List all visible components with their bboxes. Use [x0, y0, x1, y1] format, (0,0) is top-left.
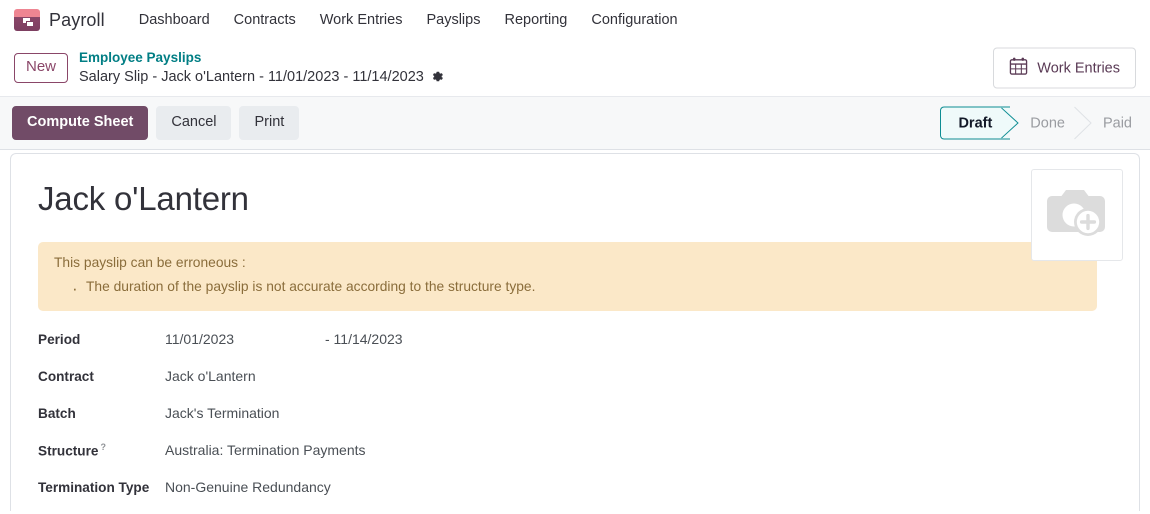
- field-value-batch[interactable]: Jack's Termination: [165, 405, 279, 421]
- field-label-period: Period: [38, 331, 81, 347]
- stage-paid-label: Paid: [1102, 115, 1132, 131]
- field-row-termination-type: Termination Type Non-Genuine Redundancy: [38, 479, 1109, 511]
- status-pipeline: Draft Done Paid: [940, 106, 1150, 140]
- nav-item-work-entries[interactable]: Work Entries: [308, 6, 415, 34]
- nav-item-payslips[interactable]: Payslips: [414, 6, 492, 34]
- work-entries-button[interactable]: Work Entries: [993, 47, 1136, 89]
- cancel-button[interactable]: Cancel: [156, 106, 232, 140]
- nav-item-dashboard[interactable]: Dashboard: [127, 6, 222, 34]
- field-value-termination-type[interactable]: Non-Genuine Redundancy: [165, 479, 331, 495]
- nav-item-configuration[interactable]: Configuration: [579, 6, 689, 34]
- camera-add-icon: [1044, 184, 1110, 247]
- breadcrumb-current: Salary Slip - Jack o'Lantern - 11/01/202…: [79, 68, 444, 86]
- stage-draft[interactable]: Draft: [940, 106, 1020, 140]
- stage-draft-label: Draft: [958, 115, 993, 131]
- field-value-contract[interactable]: Jack o'Lantern: [165, 368, 256, 384]
- nav-item-reporting[interactable]: Reporting: [492, 6, 579, 34]
- sheet-wrapper: Jack o'Lantern This payslip can be erron…: [0, 150, 1150, 511]
- brand-name: Payroll: [49, 9, 105, 30]
- alert-item-list: The duration of the payslip is not accur…: [54, 276, 1083, 301]
- field-label-contract: Contract: [38, 368, 94, 384]
- gear-icon[interactable]: [431, 70, 444, 83]
- field-row-period: Period 11/01/2023 - 11/14/2023: [38, 331, 1109, 368]
- breadcrumb: Employee Payslips Salary Slip - Jack o'L…: [79, 50, 444, 86]
- period-date-from[interactable]: 11/01/2023: [165, 331, 325, 347]
- top-navbar: Payroll Dashboard Contracts Work Entries…: [0, 0, 1150, 40]
- field-label-batch: Batch: [38, 405, 76, 421]
- status-action-bar: Compute Sheet Cancel Print Draft Done Pa…: [0, 97, 1150, 150]
- calendar-icon: [1009, 57, 1028, 80]
- payroll-app-logo-icon: [14, 9, 40, 31]
- new-record-button[interactable]: New: [14, 53, 69, 83]
- field-label-structure-text: Structure: [38, 443, 99, 459]
- nav-menu: Dashboard Contracts Work Entries Payslip…: [127, 6, 690, 34]
- breadcrumb-parent-link[interactable]: Employee Payslips: [79, 50, 444, 67]
- stage-done[interactable]: Done: [1010, 106, 1092, 140]
- record-form: Period 11/01/2023 - 11/14/2023 Contract …: [38, 331, 1109, 511]
- field-value-structure[interactable]: Australia: Termination Payments: [165, 442, 366, 458]
- compute-sheet-button[interactable]: Compute Sheet: [12, 106, 149, 140]
- field-value-period: 11/01/2023 - 11/14/2023: [165, 331, 403, 347]
- alert-item: The duration of the payslip is not accur…: [72, 276, 1083, 301]
- page-title: Jack o'Lantern: [38, 180, 249, 217]
- field-label-termination-type: Termination Type: [38, 479, 150, 495]
- brand[interactable]: Payroll: [14, 9, 105, 31]
- breadcrumb-bar: New Employee Payslips Salary Slip - Jack…: [0, 40, 1150, 97]
- alert-heading: This payslip can be erroneous :: [54, 255, 246, 271]
- record-sheet: Jack o'Lantern This payslip can be erron…: [10, 153, 1140, 511]
- breadcrumb-current-label: Salary Slip - Jack o'Lantern - 11/01/202…: [79, 68, 424, 85]
- field-row-batch: Batch Jack's Termination: [38, 405, 1109, 442]
- field-row-contract: Contract Jack o'Lantern: [38, 368, 1109, 405]
- title-row: Jack o'Lantern: [26, 171, 1109, 217]
- field-row-structure: Structure? Australia: Termination Paymen…: [38, 442, 1109, 479]
- stage-paid[interactable]: Paid: [1083, 107, 1150, 140]
- work-entries-button-label: Work Entries: [1037, 60, 1120, 76]
- help-tooltip-icon[interactable]: ?: [100, 442, 106, 452]
- period-date-to[interactable]: - 11/14/2023: [325, 331, 403, 347]
- avatar-upload[interactable]: [1031, 169, 1123, 261]
- print-button[interactable]: Print: [239, 106, 300, 140]
- stage-done-label: Done: [1030, 115, 1065, 131]
- field-label-structure: Structure?: [38, 442, 165, 459]
- nav-item-contracts[interactable]: Contracts: [222, 6, 308, 34]
- warning-alert: This payslip can be erroneous : The dura…: [38, 242, 1097, 311]
